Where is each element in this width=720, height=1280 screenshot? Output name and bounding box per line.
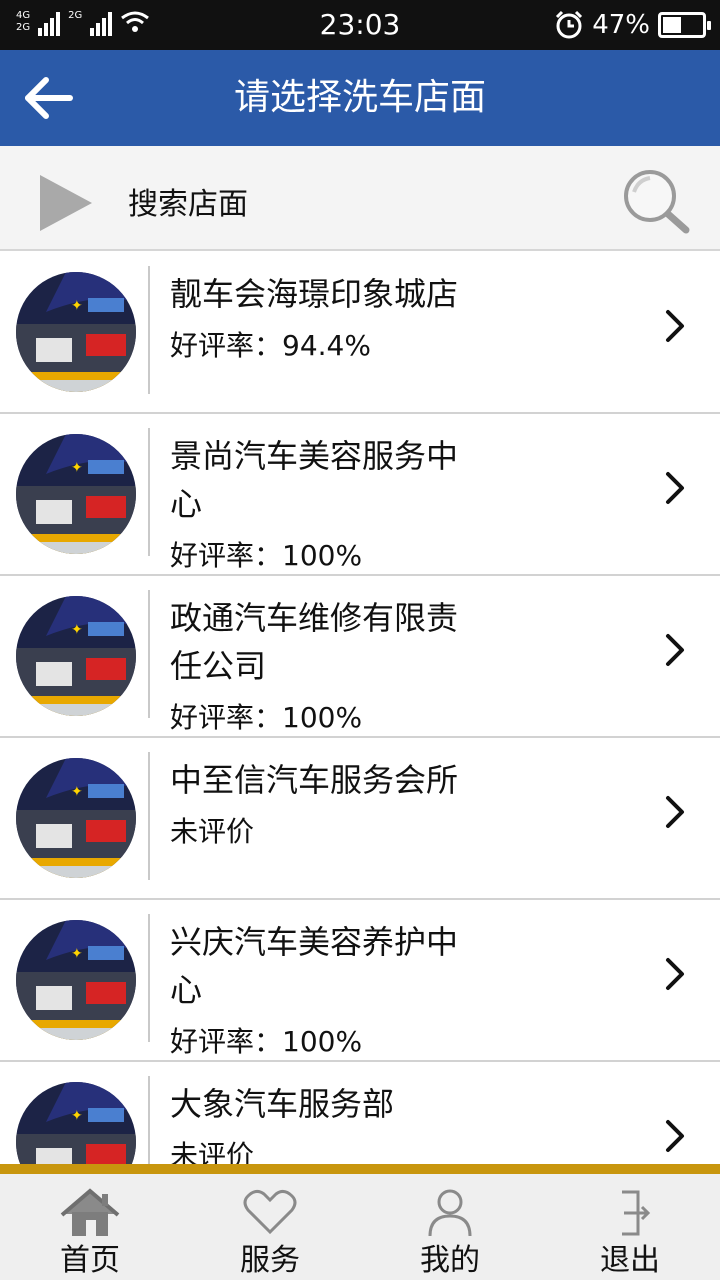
chevron-right-icon bbox=[666, 796, 684, 828]
heart-icon bbox=[243, 1189, 297, 1235]
svg-text:✦: ✦ bbox=[71, 946, 83, 962]
app-header: 请选择洗车店面 bbox=[0, 50, 720, 146]
play-icon bbox=[40, 175, 92, 231]
search-label[interactable]: 搜索店面 bbox=[128, 146, 248, 251]
nav-home-label: 首页 bbox=[60, 1243, 120, 1278]
store-rating: 好评率：100% bbox=[170, 1025, 363, 1058]
chevron-right-icon bbox=[666, 472, 684, 504]
chevron-right-icon bbox=[666, 958, 684, 990]
back-arrow-icon[interactable] bbox=[18, 68, 82, 128]
nav-top-border bbox=[0, 1164, 720, 1174]
nav-service[interactable]: 服务 bbox=[180, 1174, 360, 1280]
search-icon[interactable] bbox=[620, 168, 692, 236]
store-list: ✦ 靓车会海璟印象城店 好评率：94.4% ✦ 景尚汽车美容服务中 心 好评率：… bbox=[0, 252, 720, 1164]
network-type-bottom: 2G bbox=[16, 22, 31, 33]
nav-logout[interactable]: 退出 bbox=[540, 1174, 720, 1280]
network-indicators: 4G 2G 2G bbox=[16, 8, 150, 36]
store-rating: 好评率：100% bbox=[170, 539, 363, 572]
store-name: 大象汽车服务部 bbox=[170, 1085, 395, 1123]
svg-text:✦: ✦ bbox=[71, 460, 83, 476]
alarm-icon bbox=[556, 10, 583, 39]
svg-text:✦: ✦ bbox=[71, 784, 83, 800]
svg-text:✦: ✦ bbox=[71, 1108, 83, 1124]
store-list-item[interactable]: ✦ 兴庆汽车美容养护中 心 好评率：100% bbox=[0, 900, 720, 1062]
user-icon bbox=[428, 1189, 472, 1237]
store-list-item[interactable]: ✦ 靓车会海璟印象城店 好评率：94.4% bbox=[0, 252, 720, 414]
store-thumbnail: ✦ bbox=[16, 758, 136, 878]
chevron-right-icon bbox=[666, 1120, 684, 1152]
store-list-item[interactable]: ✦ 中至信汽车服务会所 未评价 bbox=[0, 738, 720, 900]
store-name: 兴庆汽车美容养护中 心 bbox=[170, 923, 459, 1009]
store-list-item[interactable]: ✦ 景尚汽车美容服务中 心 好评率：100% bbox=[0, 414, 720, 576]
nav-mine-label: 我的 bbox=[420, 1243, 480, 1278]
signal-icon bbox=[38, 8, 61, 36]
svg-text:✦: ✦ bbox=[71, 622, 83, 638]
store-rating: 未评价 bbox=[170, 815, 255, 848]
store-name: 中至信汽车服务会所 bbox=[170, 761, 459, 799]
store-thumbnail: ✦ bbox=[16, 434, 136, 554]
logout-icon bbox=[622, 1190, 651, 1236]
page-title: 请选择洗车店面 bbox=[233, 77, 486, 118]
store-list-item[interactable]: ✦ 政通汽车维修有限责 任公司 好评率：100% bbox=[0, 576, 720, 738]
store-name: 政通汽车维修有限责 任公司 bbox=[170, 599, 459, 685]
home-icon bbox=[60, 1188, 120, 1236]
store-thumbnail: ✦ bbox=[16, 920, 136, 1040]
search-bar[interactable]: 搜索店面 bbox=[0, 146, 720, 251]
store-thumbnail: ✦ bbox=[16, 596, 136, 716]
wifi-icon bbox=[121, 11, 150, 32]
network-type-top: 4G bbox=[16, 10, 31, 21]
nav-home[interactable]: 首页 bbox=[0, 1174, 180, 1280]
store-list-item[interactable]: ✦ 大象汽车服务部 未评价 bbox=[0, 1062, 720, 1164]
store-name: 靓车会海璟印象城店 bbox=[170, 275, 459, 313]
chevron-right-icon bbox=[666, 310, 684, 342]
svg-text:✦: ✦ bbox=[71, 298, 83, 314]
nav-logout-label: 退出 bbox=[600, 1243, 660, 1278]
signal-icon-2 bbox=[90, 8, 113, 36]
battery-icon bbox=[658, 12, 711, 38]
network-type-second: 2G bbox=[68, 10, 83, 21]
store-name: 景尚汽车美容服务中 心 bbox=[170, 437, 459, 523]
store-rating: 好评率：100% bbox=[170, 701, 363, 734]
store-rating: 未评价 bbox=[170, 1139, 255, 1164]
store-thumbnail: ✦ bbox=[16, 272, 136, 392]
bottom-nav: 首页 服务 我的 退出 bbox=[0, 1174, 720, 1280]
nav-service-label: 服务 bbox=[240, 1243, 300, 1278]
store-thumbnail: ✦ bbox=[16, 1082, 136, 1164]
store-rating: 好评率：94.4% bbox=[170, 329, 371, 362]
nav-mine[interactable]: 我的 bbox=[360, 1174, 540, 1280]
status-bar: 4G 2G 2G 23:03 47% bbox=[0, 0, 720, 50]
battery-percent: 47% bbox=[592, 10, 650, 40]
chevron-right-icon bbox=[666, 634, 684, 666]
